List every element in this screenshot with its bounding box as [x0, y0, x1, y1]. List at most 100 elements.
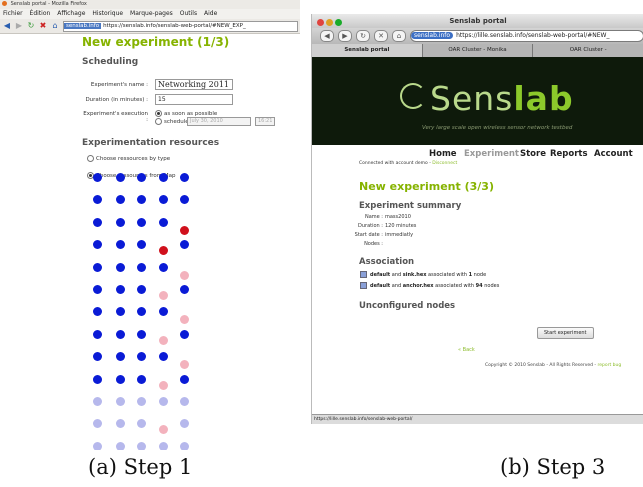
sensor-node-available[interactable]: [116, 262, 125, 272]
asap-option[interactable]: as soon as possible: [155, 110, 217, 117]
sensor-node-available[interactable]: [159, 307, 168, 317]
sensor-node-available[interactable]: [116, 195, 125, 205]
sensor-node-available[interactable]: [93, 262, 102, 272]
sensor-node-available[interactable]: [116, 374, 125, 384]
sensor-node-unavailable[interactable]: [159, 397, 168, 406]
back-link[interactable]: « Back: [458, 347, 475, 353]
expand-icon[interactable]: [360, 282, 367, 289]
sensor-node-unavailable[interactable]: [137, 441, 146, 450]
sensor-node-available[interactable]: [137, 217, 146, 227]
sensor-node-selected[interactable]: [159, 246, 168, 256]
sensor-node-unavailable[interactable]: [116, 397, 125, 406]
scheduled-time-input[interactable]: 16:21: [255, 117, 275, 126]
nav-store[interactable]: Store: [520, 149, 546, 159]
scheduled-radio[interactable]: [155, 118, 162, 125]
reload-icon[interactable]: ↻: [27, 22, 35, 30]
menu-edit[interactable]: Édition: [30, 10, 51, 17]
sensor-node-available[interactable]: [159, 195, 168, 205]
menu-help[interactable]: Aide: [204, 10, 217, 17]
sensor-node-available[interactable]: [93, 285, 102, 294]
sensor-node-available[interactable]: [93, 374, 102, 384]
sensor-node-available[interactable]: [180, 374, 189, 384]
sensor-node-unavailable[interactable]: [180, 441, 189, 450]
report-bug-link[interactable]: report bug: [597, 363, 621, 368]
duration-input[interactable]: 15: [155, 94, 233, 105]
tab-oar-cluster[interactable]: OAR Cluster -: [533, 44, 643, 57]
sensor-node-available[interactable]: [180, 195, 189, 205]
sensor-node-available[interactable]: [137, 329, 146, 339]
back-arrow-icon[interactable]: ◀: [3, 22, 11, 30]
url-bar[interactable]: senslab.info https://senslab.info/senslab…: [63, 20, 298, 32]
url-bar[interactable]: senslab.info https://lille.senslab.info/s…: [410, 30, 643, 42]
nav-account[interactable]: Account: [594, 149, 633, 159]
nav-reports[interactable]: Reports: [550, 149, 588, 159]
sensor-node-available[interactable]: [116, 307, 125, 317]
sensor-node-available[interactable]: [137, 195, 146, 205]
sensor-node-available[interactable]: [180, 173, 189, 182]
sensor-node-busy[interactable]: [180, 315, 189, 325]
sensor-node-available[interactable]: [93, 240, 102, 250]
sensor-node-available[interactable]: [159, 352, 168, 362]
sensor-node-available[interactable]: [93, 195, 102, 205]
forward-arrow-icon[interactable]: ▶: [15, 22, 23, 30]
menu-view[interactable]: Affichage: [57, 10, 85, 17]
reload-icon[interactable]: ↻: [356, 30, 370, 42]
sensor-node-available[interactable]: [159, 173, 168, 182]
sensor-node-available[interactable]: [137, 307, 146, 317]
sensor-node-unavailable[interactable]: [93, 441, 102, 450]
forward-arrow-icon[interactable]: ▶: [338, 30, 352, 42]
sensor-node-unavailable[interactable]: [180, 419, 189, 429]
sensor-node-unavailable[interactable]: [116, 419, 125, 429]
sensor-node-unavailable[interactable]: [93, 397, 102, 406]
nav-experiment[interactable]: Experiment: [464, 149, 519, 159]
sensor-node-available[interactable]: [137, 173, 146, 182]
expand-icon[interactable]: [360, 271, 367, 278]
tab-senslab-portal[interactable]: Senslab portal: [312, 44, 423, 57]
minimize-window-icon[interactable]: [326, 19, 333, 26]
sensor-node-available[interactable]: [137, 262, 146, 272]
sensor-node-available[interactable]: [93, 307, 102, 317]
sensor-node-available[interactable]: [159, 217, 168, 227]
nav-home[interactable]: Home: [429, 149, 457, 159]
sensor-node-available[interactable]: [116, 217, 125, 227]
tab-oar-monika[interactable]: OAR Cluster - Monika: [422, 44, 534, 57]
sensor-node-available[interactable]: [180, 285, 189, 294]
sensor-node-available[interactable]: [93, 217, 102, 227]
sensor-node-unavailable[interactable]: [93, 419, 102, 429]
sensor-node-available[interactable]: [159, 262, 168, 272]
disconnect-link[interactable]: Disconnect: [432, 161, 457, 166]
sensor-node-available[interactable]: [116, 173, 125, 182]
menu-tools[interactable]: Outils: [180, 10, 197, 17]
asap-radio[interactable]: [155, 110, 162, 117]
close-window-icon[interactable]: [317, 19, 324, 26]
stop-icon[interactable]: ✖: [39, 22, 47, 30]
menu-bookmarks[interactable]: Marque-pages: [130, 10, 173, 17]
sensor-node-available[interactable]: [93, 329, 102, 339]
sensor-node-unavailable[interactable]: [116, 441, 125, 450]
sensor-node-unavailable[interactable]: [180, 397, 189, 406]
sensor-node-available[interactable]: [137, 240, 146, 250]
sensor-node-available[interactable]: [137, 352, 146, 362]
sensor-node-available[interactable]: [93, 352, 102, 362]
sensor-node-available[interactable]: [93, 173, 102, 182]
back-arrow-icon[interactable]: ◀: [320, 30, 334, 42]
sensor-node-available[interactable]: [180, 240, 189, 250]
sensor-node-busy[interactable]: [159, 291, 168, 300]
sensor-node-available[interactable]: [137, 285, 146, 294]
start-experiment-button[interactable]: Start experiment: [537, 327, 594, 339]
home-icon[interactable]: ⌂: [51, 22, 59, 30]
sensor-node-unavailable[interactable]: [159, 441, 168, 450]
sensor-node-available[interactable]: [180, 329, 189, 339]
sensor-node-available[interactable]: [116, 329, 125, 339]
experiment-name-input[interactable]: Networking 2011: [155, 79, 233, 90]
zoom-window-icon[interactable]: [335, 19, 342, 26]
stop-icon[interactable]: ✕: [374, 30, 388, 42]
sensor-node-available[interactable]: [116, 240, 125, 250]
menu-history[interactable]: Historique: [92, 10, 123, 17]
sensor-node-available[interactable]: [116, 285, 125, 294]
home-icon[interactable]: ⌂: [392, 30, 406, 42]
scheduled-date-input[interactable]: July 30, 2010: [187, 117, 251, 126]
sensor-node-busy[interactable]: [159, 425, 168, 435]
by-type-radio[interactable]: [87, 155, 94, 162]
sensor-node-unavailable[interactable]: [137, 397, 146, 406]
